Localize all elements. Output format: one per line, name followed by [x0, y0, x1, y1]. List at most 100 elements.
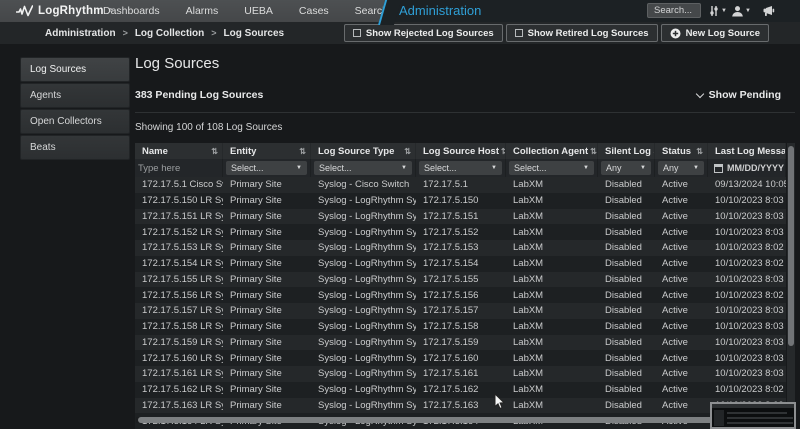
- column-header-collection-agent[interactable]: Collection Agent⇅: [506, 143, 598, 159]
- cell-entity: Primary Site: [223, 224, 311, 240]
- column-header-log-source-host[interactable]: Log Source Host⇅: [416, 143, 506, 159]
- cell-last-log-message: 10/10/2023 8:02 am: [708, 382, 786, 398]
- cell-log-source-host: 172.17.5.158: [416, 319, 506, 335]
- cell-silent-log-s: Disabled: [598, 303, 655, 319]
- nav-item-alarms[interactable]: Alarms: [186, 5, 219, 17]
- table-row[interactable]: 172.17.5.150 LR Sysl...Primary SiteSyslo…: [135, 193, 786, 209]
- column-header-log-source-type[interactable]: Log Source Type⇅: [311, 143, 416, 159]
- user-menu-button[interactable]: ▼: [731, 5, 751, 17]
- table-row[interactable]: 172.17.5.156 LR Sysl...Primary SiteSyslo…: [135, 287, 786, 303]
- nav-item-administration-active[interactable]: Administration: [399, 3, 481, 18]
- breadcrumb-item-log-sources[interactable]: Log Sources: [224, 28, 285, 39]
- horizontal-scrollbar-thumb[interactable]: [138, 417, 770, 423]
- table-row[interactable]: 172.17.5.154 LR Sysl...Primary SiteSyslo…: [135, 256, 786, 272]
- cell-log-source-host: 172.17.5.153: [416, 240, 506, 256]
- cell-last-log-message: 10/10/2023 8:03 am: [708, 303, 786, 319]
- column-header-name[interactable]: Name⇅: [135, 143, 223, 159]
- cell-log-source-type: Syslog - Cisco Switch: [311, 177, 416, 193]
- filter-cell-silent-log: Any▼: [598, 159, 655, 177]
- filter-entity-dropdown[interactable]: Select...▼: [226, 161, 307, 175]
- cell-last-log-message: 10/10/2023 8:03 am: [708, 193, 786, 209]
- show-retired-log-sources-button[interactable]: Show Retired Log Sources: [506, 24, 658, 42]
- cell-last-log-message: 10/10/2023 8:02 am: [708, 240, 786, 256]
- cell-collection-agent: LabXM: [506, 398, 598, 414]
- table-row[interactable]: 172.17.5.162 LR Sysl...Primary SiteSyslo…: [135, 382, 786, 398]
- table-row[interactable]: 172.17.5.157 LR Sysl...Primary SiteSyslo…: [135, 303, 786, 319]
- filter-silent-log-dropdown[interactable]: Any▼: [601, 161, 651, 175]
- cell-entity: Primary Site: [223, 398, 311, 414]
- table-row[interactable]: 172.17.5.155 LR Sysl...Primary SiteSyslo…: [135, 272, 786, 288]
- sort-icon[interactable]: ⇅: [211, 147, 218, 156]
- table-row[interactable]: 172.17.5.160 LR Sysl...Primary SiteSyslo…: [135, 350, 786, 366]
- show-pending-toggle[interactable]: Show Pending: [697, 89, 781, 101]
- nav-item-dashboards[interactable]: Dashboards: [103, 5, 160, 17]
- table-row[interactable]: 172.17.5.161 LR Sysl...Primary SiteSyslo…: [135, 366, 786, 382]
- table-row[interactable]: 172.17.5.151 LR Sysl...Primary SiteSyslo…: [135, 209, 786, 225]
- results-count-text: Showing 100 of 108 Log Sources: [135, 122, 282, 133]
- cell-collection-agent: LabXM: [506, 272, 598, 288]
- table-row[interactable]: 172.17.5.163 LR Sysl...Primary SiteSyslo…: [135, 398, 786, 414]
- column-header-entity[interactable]: Entity⇅: [223, 143, 311, 159]
- logrhythm-logo[interactable]: LogRhythm ®: [16, 0, 112, 22]
- table-row[interactable]: 172.17.5.152 LR Sysl...Primary SiteSyslo…: [135, 224, 786, 240]
- cell-log-source-type: Syslog - LogRhythm Syslog Ge...: [311, 366, 416, 382]
- show-rejected-log-sources-button[interactable]: Show Rejected Log Sources: [344, 24, 503, 42]
- column-header-last-log-message[interactable]: Last Log Message⇅: [708, 143, 786, 159]
- filter-log-source-host-dropdown[interactable]: Select...▼: [419, 161, 502, 175]
- filter-collection-agent-dropdown[interactable]: Select...▼: [509, 161, 594, 175]
- cell-name: 172.17.5.161 LR Sysl...: [135, 366, 223, 382]
- breadcrumb-action-bar: Administration>Log Collection>Log Source…: [0, 22, 800, 44]
- cell-last-log-message: 10/10/2023 8:03 am: [708, 350, 786, 366]
- table-row[interactable]: 172.17.5.158 LR Sysl...Primary SiteSyslo…: [135, 319, 786, 335]
- dropdown-value: Any: [606, 163, 622, 173]
- cell-log-source-type: Syslog - LogRhythm Syslog Ge...: [311, 272, 416, 288]
- filter-cell-status: Any▼: [655, 159, 708, 177]
- table-row[interactable]: 172.17.5.1 Cisco Swit...Primary SiteSysl…: [135, 177, 786, 193]
- sidebar-item-log-sources[interactable]: Log Sources: [20, 57, 130, 82]
- cell-log-source-type: Syslog - LogRhythm Syslog Ge...: [311, 335, 416, 351]
- filter-status-dropdown[interactable]: Any▼: [658, 161, 704, 175]
- cell-collection-agent: LabXM: [506, 303, 598, 319]
- cell-log-source-host: 172.17.5.157: [416, 303, 506, 319]
- sidebar-item-open-collectors[interactable]: Open Collectors: [20, 109, 130, 134]
- column-label: Collection Agent: [513, 146, 588, 157]
- top-navigation-bar: LogRhythm ® Dashboards Alarms UEBA Cases Sea…: [0, 0, 800, 22]
- filter-last-log-message-date-picker[interactable]: MM/DD/YYYY: [711, 163, 784, 173]
- cell-silent-log-s: Disabled: [598, 224, 655, 240]
- sort-icon[interactable]: ⇅: [404, 147, 411, 156]
- filter-name-input[interactable]: [138, 162, 219, 175]
- cell-silent-log-s: Disabled: [598, 287, 655, 303]
- column-header-status[interactable]: Status ⇅: [655, 143, 708, 159]
- sidebar-item-beats[interactable]: Beats: [20, 135, 130, 160]
- cell-collection-agent: LabXM: [506, 382, 598, 398]
- screen-preview-overlay[interactable]: [710, 402, 796, 429]
- horizontal-scrollbar[interactable]: [136, 417, 786, 423]
- cell-log-source-host: 172.17.5.159: [416, 335, 506, 351]
- cell-entity: Primary Site: [223, 177, 311, 193]
- filter-settings-button[interactable]: ▼: [708, 5, 727, 17]
- vertical-scrollbar[interactable]: [787, 143, 795, 417]
- table-row[interactable]: 172.17.5.159 LR Sysl...Primary SiteSyslo…: [135, 335, 786, 351]
- chevron-down-icon: ▼: [583, 165, 589, 171]
- plus-circle-icon: [670, 28, 681, 39]
- breadcrumb-item-log-collection[interactable]: Log Collection: [135, 28, 204, 39]
- cell-last-log-message: 10/10/2023 8:03 am: [708, 319, 786, 335]
- column-label: Status: [662, 146, 691, 157]
- cell-entity: Primary Site: [223, 209, 311, 225]
- sort-icon[interactable]: ⇅: [696, 147, 703, 156]
- sort-icon[interactable]: ⇅: [299, 147, 306, 156]
- sliders-icon: [708, 5, 720, 17]
- column-header-silent-log-s[interactable]: Silent Log S...⇅: [598, 143, 655, 159]
- nav-item-cases[interactable]: Cases: [299, 5, 329, 17]
- announcements-button[interactable]: [761, 5, 775, 18]
- global-search-button[interactable]: Search...: [647, 3, 701, 18]
- table-row[interactable]: 172.17.5.153 LR Sysl...Primary SiteSyslo…: [135, 240, 786, 256]
- show-rejected-label: Show Rejected Log Sources: [366, 28, 494, 39]
- new-log-source-button[interactable]: New Log Source: [661, 24, 769, 42]
- sidebar-item-agents[interactable]: Agents: [20, 83, 130, 108]
- nav-item-ueba[interactable]: UEBA: [244, 5, 273, 17]
- sort-icon[interactable]: ⇅: [590, 147, 597, 156]
- filter-log-source-type-dropdown[interactable]: Select...▼: [314, 161, 412, 175]
- breadcrumb-item-administration[interactable]: Administration: [45, 28, 116, 39]
- vertical-scrollbar-thumb[interactable]: [788, 146, 794, 346]
